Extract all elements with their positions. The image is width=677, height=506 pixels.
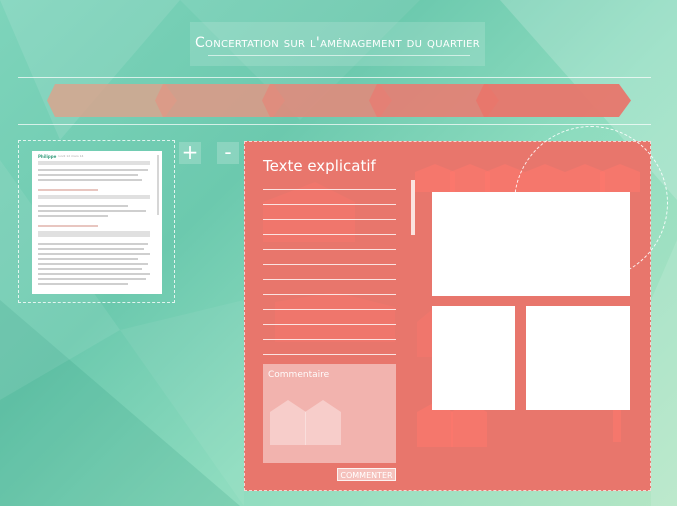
text-line	[263, 294, 396, 295]
comment-placeholder: Commentaire	[268, 370, 330, 380]
image-small-right[interactable]	[526, 306, 630, 410]
text-line	[263, 324, 396, 325]
text-line	[263, 204, 396, 205]
comment-input[interactable]: Commentaire	[263, 364, 396, 463]
title-underline	[208, 55, 470, 56]
step-5[interactable]	[476, 84, 631, 117]
zoom-out-button[interactable]: -	[217, 142, 239, 164]
divider-top	[18, 77, 651, 78]
comment-button[interactable]: COMMENTER	[337, 468, 396, 481]
text-scrollbar[interactable]	[411, 180, 415, 235]
thumbnail-meta: lundi 12 mars 14	[58, 154, 84, 158]
panel-title: Texte explicatif	[263, 157, 376, 175]
divider-bottom	[18, 124, 651, 125]
text-line	[263, 354, 396, 355]
thumbnail-scrollbar[interactable]	[157, 155, 159, 215]
highlight-circle	[514, 126, 668, 280]
text-line	[263, 264, 396, 265]
thumbnail-frame[interactable]: Philippe lundi 12 mars 14	[18, 140, 175, 303]
thumbnail-preview[interactable]: Philippe lundi 12 mars 14	[32, 151, 162, 294]
text-line	[263, 279, 396, 280]
text-line	[263, 339, 396, 340]
text-line	[263, 234, 396, 235]
text-line	[263, 189, 396, 190]
text-line	[263, 249, 396, 250]
thumbnail-author: Philippe	[38, 154, 57, 159]
text-line	[263, 219, 396, 220]
zoom-in-button[interactable]: +	[179, 142, 201, 164]
text-line	[263, 309, 396, 310]
page-title: Concertation sur l'aménagement du quarti…	[190, 22, 485, 66]
image-small-left[interactable]	[432, 306, 515, 410]
